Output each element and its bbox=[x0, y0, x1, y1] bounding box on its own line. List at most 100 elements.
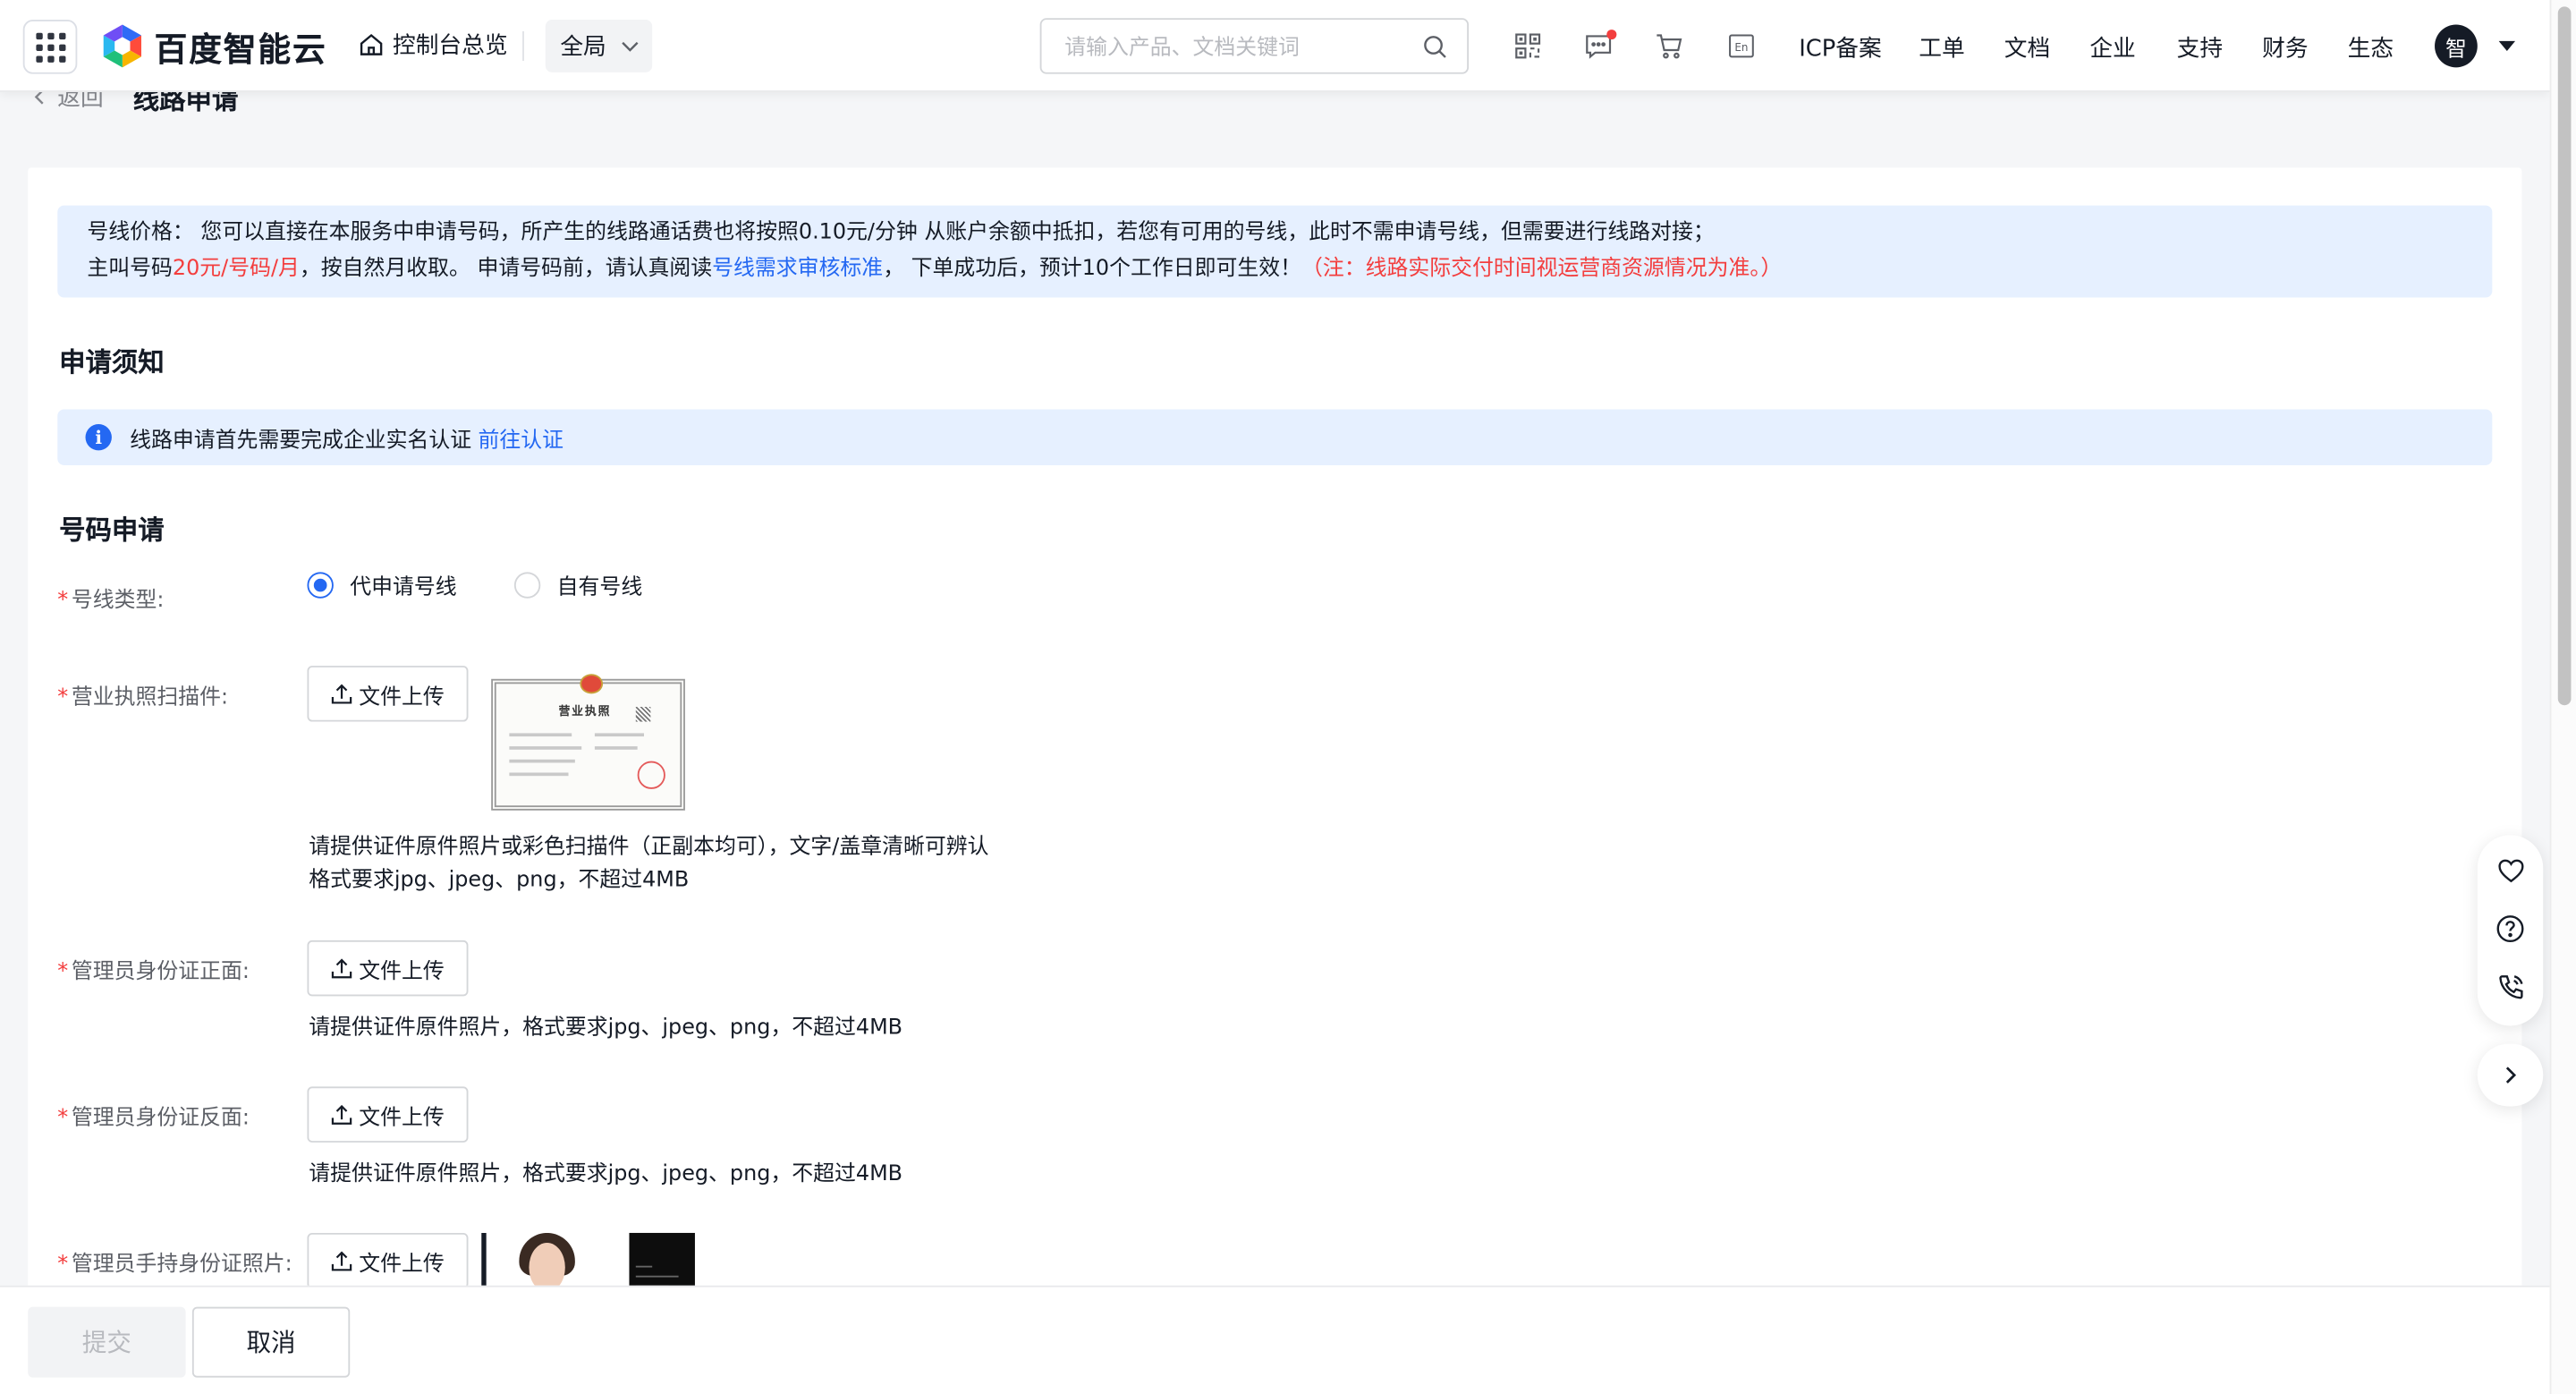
nav-link-support[interactable]: 支持 bbox=[2177, 31, 2223, 64]
license-label: * 营业执照扫描件: bbox=[57, 685, 229, 710]
upload-icon bbox=[332, 958, 353, 979]
license-text-line bbox=[509, 746, 582, 750]
license-thumb-title: 营业执照 bbox=[558, 705, 612, 718]
license-text-line bbox=[594, 733, 644, 737]
phone-button[interactable] bbox=[2494, 970, 2527, 1003]
page: 百度智能云 控制台总览 全局 请输入产品、文档关键词 En ICP备案 工单 文… bbox=[0, 0, 2576, 1394]
price-notice-line2: 主叫号码20元/号码/月，按自然月收取。 申请号码前，请认真阅读号线需求审核标准… bbox=[87, 251, 2492, 287]
license-label-text: 营业执照扫描件: bbox=[71, 685, 229, 710]
id-front-upload-label: 文件上传 bbox=[359, 959, 445, 984]
grid-icon bbox=[35, 31, 65, 62]
baidu-cloud-logo-icon bbox=[103, 24, 141, 68]
search-input[interactable] bbox=[1064, 30, 1410, 64]
line-type-radio-group: 代申请号线 自有号线 bbox=[307, 569, 699, 600]
nav-link-docs[interactable]: 文档 bbox=[2004, 31, 2050, 64]
verification-info-bar: i 线路申请首先需要完成企业实名认证 前往认证 bbox=[57, 409, 2493, 465]
info-icon: i bbox=[85, 424, 112, 451]
line-type-label-text: 号线类型: bbox=[71, 588, 165, 614]
console-home-link[interactable]: 控制台总览 bbox=[358, 28, 508, 61]
qrcode-icon[interactable] bbox=[1513, 31, 1543, 61]
apps-menu-button[interactable] bbox=[22, 20, 78, 74]
price-notice-line1: 号线价格： 您可以直接在本服务中申请号码，所产生的线路通话费也将按照0.10元/… bbox=[87, 220, 1715, 245]
nav-link-enterprise[interactable]: 企业 bbox=[2089, 31, 2135, 64]
license-hint-line2: 格式要求jpg、jpeg、png，不超过4MB bbox=[309, 868, 690, 893]
line-type-option-proxy[interactable]: 代申请号线 bbox=[307, 569, 457, 600]
id-holding-upload-button[interactable]: 文件上传 bbox=[307, 1232, 469, 1289]
avatar[interactable]: 智 bbox=[2435, 24, 2478, 68]
radio-unchecked-icon bbox=[513, 571, 541, 598]
console-home-label: 控制台总览 bbox=[392, 32, 508, 60]
heart-icon bbox=[2497, 859, 2523, 883]
top-navigation: 百度智能云 控制台总览 全局 请输入产品、文档关键词 En ICP备案 工单 文… bbox=[0, 0, 2550, 92]
license-upload-label: 文件上传 bbox=[359, 684, 445, 710]
search-box bbox=[1039, 18, 1470, 74]
price-notice-middle: ，按自然月收取。 申请号码前，请认真阅读 bbox=[299, 256, 713, 282]
license-text-line bbox=[509, 733, 572, 737]
id-holding-label-text: 管理员手持身份证照片: bbox=[71, 1252, 292, 1278]
nav-link-ticket[interactable]: 工单 bbox=[1919, 31, 1964, 64]
footer-action-bar: 提交 取消 bbox=[0, 1285, 2550, 1394]
id-front-upload-button[interactable]: 文件上传 bbox=[307, 939, 469, 997]
scope-select[interactable]: 全局 bbox=[545, 20, 653, 72]
page-scrollbar[interactable] bbox=[2549, 0, 2576, 1394]
help-icon bbox=[2496, 915, 2524, 943]
id-front-label-text: 管理员身份证正面: bbox=[71, 959, 250, 985]
line-type-option-proxy-label: 代申请号线 bbox=[350, 575, 457, 600]
cart-icon[interactable] bbox=[1655, 31, 1684, 61]
id-back-label-text: 管理员身份证反面: bbox=[71, 1106, 250, 1132]
cancel-button[interactable]: 取消 bbox=[191, 1306, 351, 1378]
submit-button[interactable]: 提交 bbox=[28, 1306, 186, 1378]
price-notice: 号线价格： 您可以直接在本服务中申请号码，所产生的线路通话费也将按照0.10元/… bbox=[57, 205, 2493, 298]
upload-icon bbox=[332, 684, 353, 704]
license-text-line bbox=[509, 772, 569, 777]
price-notice-prefix: 主叫号码 bbox=[87, 256, 173, 282]
qrcode-icon bbox=[635, 707, 651, 722]
license-text-line bbox=[594, 746, 638, 750]
red-seal-icon bbox=[637, 761, 665, 789]
svg-text:En: En bbox=[1734, 41, 1748, 54]
message-button[interactable] bbox=[1584, 30, 1617, 61]
notice-section-title: 申请须知 bbox=[59, 346, 165, 378]
user-menu-caret-icon[interactable] bbox=[2498, 40, 2516, 51]
upload-icon bbox=[332, 1104, 353, 1125]
unread-badge bbox=[1606, 30, 1617, 40]
license-upload-button[interactable]: 文件上传 bbox=[307, 666, 469, 722]
nav-link-ecosystem[interactable]: 生态 bbox=[2348, 31, 2394, 64]
floating-toolbar-toggle[interactable] bbox=[2477, 1043, 2544, 1107]
floating-toolbar bbox=[2477, 835, 2544, 1026]
line-type-option-own[interactable]: 自有号线 bbox=[513, 569, 642, 600]
language-icon[interactable]: En bbox=[1726, 31, 1756, 61]
nav-link-icp[interactable]: ICP备案 bbox=[1799, 31, 1881, 64]
nav-link-finance[interactable]: 财务 bbox=[2262, 31, 2308, 64]
brand-logo[interactable]: 百度智能云 bbox=[100, 23, 326, 69]
license-text-line bbox=[509, 759, 575, 763]
favorite-button[interactable] bbox=[2494, 854, 2527, 888]
price-notice-price: 20元/号码/月 bbox=[172, 256, 300, 282]
id-back-upload-button[interactable]: 文件上传 bbox=[307, 1086, 469, 1143]
review-standard-link[interactable]: 号线需求审核标准 bbox=[712, 257, 883, 282]
line-type-label: * 号线类型: bbox=[57, 588, 165, 614]
verification-info-text: 线路申请首先需要完成企业实名认证 bbox=[130, 428, 472, 454]
id-holding-upload-label: 文件上传 bbox=[359, 1252, 445, 1277]
id-front-hint: 请提供证件原件照片，格式要求jpg、jpeg、png，不超过4MB bbox=[309, 1016, 903, 1041]
license-preview-image[interactable]: 营业执照 bbox=[491, 674, 685, 811]
help-button[interactable] bbox=[2494, 913, 2527, 946]
id-front-label: * 管理员身份证正面: bbox=[57, 959, 250, 985]
scrollbar-thumb[interactable] bbox=[2557, 6, 2572, 706]
go-verify-link[interactable]: 前往认证 bbox=[479, 421, 564, 454]
main-card: 号线价格： 您可以直接在本服务中申请号码，所产生的线路通话费也将按照0.10元/… bbox=[28, 167, 2522, 1319]
id-back-label: * 管理员身份证反面: bbox=[57, 1106, 250, 1132]
scope-select-value: 全局 bbox=[560, 34, 606, 61]
price-notice-after-link: ， 下单成功后，预计10个工作日即可生效！ bbox=[883, 256, 1302, 282]
price-notice-note: （注：线路实际交付时间视运营商资源情况为准。） bbox=[1301, 256, 1783, 282]
search-icon[interactable] bbox=[1423, 35, 1448, 60]
id-holding-label: * 管理员手持身份证照片: bbox=[57, 1252, 292, 1278]
brand-name: 百度智能云 bbox=[154, 29, 327, 69]
upload-icon bbox=[332, 1251, 353, 1271]
id-back-hint: 请提供证件原件照片，格式要求jpg、jpeg、png，不超过4MB bbox=[309, 1161, 903, 1187]
chevron-down-icon bbox=[622, 41, 639, 51]
chevron-right-icon bbox=[2505, 1067, 2517, 1084]
nav-divider bbox=[522, 30, 524, 61]
phone-icon bbox=[2498, 974, 2522, 999]
license-hint: 请提供证件原件照片或彩色扫描件（正副本均可），文字/盖章清晰可辨认 格式要求jp… bbox=[309, 832, 988, 897]
